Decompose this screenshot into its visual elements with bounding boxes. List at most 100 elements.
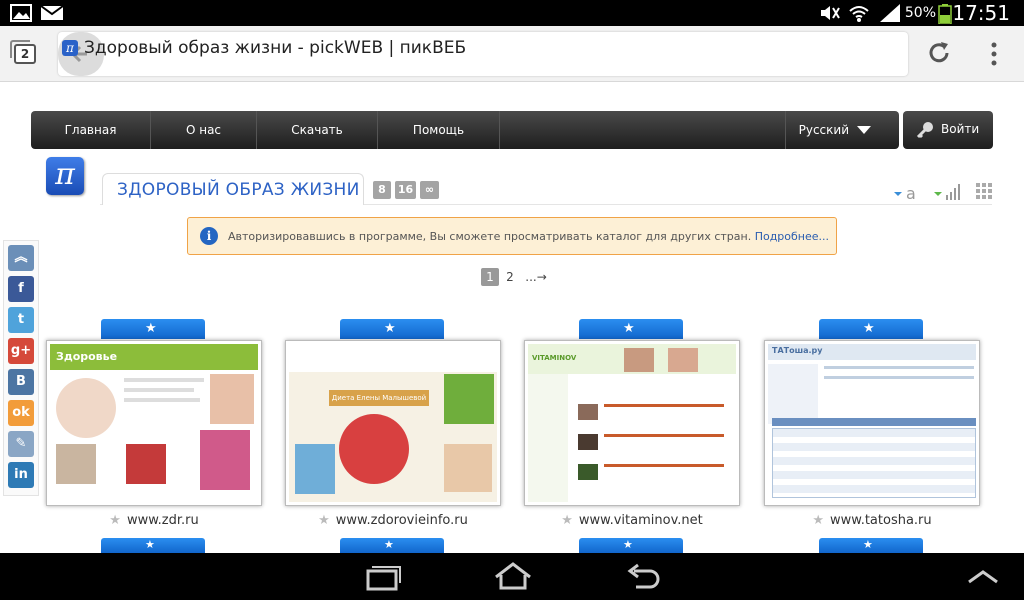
- mute-icon: [821, 6, 840, 20]
- page-2[interactable]: 2: [503, 268, 517, 286]
- nav-help[interactable]: Помощь: [378, 111, 500, 149]
- share-odnoklassniki-button[interactable]: ok: [8, 400, 34, 426]
- reload-icon[interactable]: [926, 40, 952, 66]
- thumbnail-image: [200, 430, 250, 490]
- page-next[interactable]: ...→: [521, 268, 551, 286]
- thumbnail-image: [578, 404, 598, 420]
- favorite-button[interactable]: ★: [579, 538, 683, 553]
- svg-text:a: a: [906, 184, 916, 201]
- thumbnail-content: VITAMINOV: [528, 344, 736, 502]
- nav-download[interactable]: Скачать: [257, 111, 378, 149]
- thumbnail-table-header: [772, 418, 976, 426]
- site-url[interactable]: ★ www.zdorovieinfo.ru: [285, 513, 501, 528]
- web-page: Главная О нас Скачать Помощь Русский Вой…: [0, 83, 1024, 553]
- wifi-icon: [849, 6, 869, 22]
- thumbnail-image: [339, 414, 409, 484]
- login-button[interactable]: Войти: [903, 111, 993, 149]
- page-1[interactable]: 1: [481, 268, 499, 286]
- overflow-menu-icon[interactable]: [990, 42, 998, 66]
- login-label: Войти: [941, 122, 980, 136]
- share-panel: ︽ f t g+ B ok ✎ in: [3, 240, 39, 496]
- site-url-text: www.zdr.ru: [126, 513, 199, 528]
- site-logo[interactable]: π: [46, 157, 84, 195]
- thumbnail-image: [295, 444, 335, 494]
- share-collapse-button[interactable]: ︽: [8, 245, 34, 271]
- thumbnail-sidebar: [528, 374, 568, 502]
- thumbnail-image: [56, 378, 116, 438]
- share-vkontakte-button[interactable]: B: [8, 369, 34, 395]
- battery-icon: [938, 4, 952, 24]
- thumbnail-image: [578, 464, 598, 480]
- view-all-button[interactable]: ∞: [420, 181, 439, 199]
- info-more-link[interactable]: Подробнее...: [755, 230, 829, 243]
- font-size-icon[interactable]: a: [892, 183, 922, 201]
- chevron-up-icon[interactable]: [966, 569, 1000, 585]
- thumbnail-content: ТАТоша.ру: [768, 344, 976, 502]
- info-text: Авторизировавшись в программе, Вы сможет…: [228, 230, 829, 243]
- view-8-button[interactable]: 8: [373, 181, 391, 199]
- favorite-button[interactable]: ★: [340, 319, 444, 339]
- star-icon: ★: [384, 321, 396, 336]
- share-googleplus-button[interactable]: g+: [8, 338, 34, 364]
- thumbnail-line: [124, 388, 194, 392]
- recent-apps-icon[interactable]: [364, 563, 402, 591]
- favorite-button[interactable]: ★: [340, 538, 444, 553]
- thumbnail-image: [668, 348, 698, 372]
- star-icon: ★: [812, 513, 824, 528]
- star-icon: ★: [145, 538, 155, 551]
- thumbnail-line: [824, 366, 974, 369]
- image-icon: [10, 4, 32, 22]
- star-icon: ★: [318, 513, 330, 528]
- star-icon: ★: [109, 513, 121, 528]
- chevron-down-icon[interactable]: [857, 126, 871, 134]
- share-facebook-button[interactable]: f: [8, 276, 34, 302]
- info-message: Авторизировавшись в программе, Вы сможет…: [228, 230, 752, 243]
- thumbnail-image: [210, 374, 254, 424]
- thumbnail-line: [124, 398, 200, 402]
- top-navigation: Главная О нас Скачать Помощь Русский: [31, 111, 899, 149]
- star-icon: ★: [623, 321, 635, 336]
- view-16-button[interactable]: 16: [395, 181, 416, 199]
- thumbnail-image: [578, 434, 598, 450]
- thumbnail-header: [289, 344, 497, 372]
- tabs-button[interactable]: 2: [10, 40, 36, 64]
- back-icon[interactable]: [624, 563, 662, 591]
- star-icon: ★: [384, 538, 394, 551]
- thumbnail-content: Диета Елены Малышевой: [289, 344, 497, 502]
- nav-home[interactable]: Главная: [31, 111, 151, 149]
- site-thumbnail[interactable]: Диета Елены Малышевой: [285, 340, 501, 506]
- favorite-button[interactable]: ★: [579, 319, 683, 339]
- browser-toolbar: 2 π Здоровый образ жизни - pickWEB | пик…: [0, 26, 1024, 82]
- share-twitter-button[interactable]: t: [8, 307, 34, 333]
- page-title-text: Здоровый образ жизни - pickWEB | пикВЕБ: [84, 38, 467, 58]
- thumbnail-image: [56, 444, 96, 484]
- thumbnail-line: [604, 464, 724, 467]
- thumbnail-line: [124, 378, 204, 382]
- favorite-button[interactable]: ★: [101, 319, 205, 339]
- site-thumbnail[interactable]: Здоровье: [46, 340, 262, 506]
- status-bar: 50% 17:51: [0, 0, 1024, 26]
- language-select[interactable]: Русский: [799, 111, 849, 149]
- favorite-button[interactable]: ★: [819, 319, 923, 339]
- site-url[interactable]: ★ www.zdr.ru: [46, 513, 262, 528]
- thumbnail-title: Здоровье: [56, 350, 118, 363]
- star-icon: ★: [561, 513, 573, 528]
- share-linkedin-button[interactable]: in: [8, 462, 34, 488]
- thumbnail-line: [604, 404, 724, 407]
- favorite-button[interactable]: ★: [101, 538, 205, 553]
- nav-about[interactable]: О нас: [151, 111, 257, 149]
- favorite-button[interactable]: ★: [819, 538, 923, 553]
- site-url[interactable]: ★ www.tatosha.ru: [764, 513, 980, 528]
- favicon-icon: π: [62, 40, 78, 56]
- grid-view-icon[interactable]: [976, 183, 992, 199]
- share-mail-button[interactable]: ✎: [8, 431, 34, 457]
- thumbnail-image: [624, 348, 654, 372]
- sort-rating-icon[interactable]: [932, 183, 962, 201]
- thumbnail-line: [604, 434, 724, 437]
- battery-percent: 50%: [904, 5, 936, 21]
- home-icon[interactable]: [492, 561, 534, 591]
- site-thumbnail[interactable]: ТАТоша.ру: [764, 340, 980, 506]
- site-url[interactable]: ★ www.vitaminov.net: [524, 513, 740, 528]
- category-title: ЗДОРОВЫЙ ОБРАЗ ЖИЗНИ: [102, 173, 364, 205]
- site-thumbnail[interactable]: VITAMINOV: [524, 340, 740, 506]
